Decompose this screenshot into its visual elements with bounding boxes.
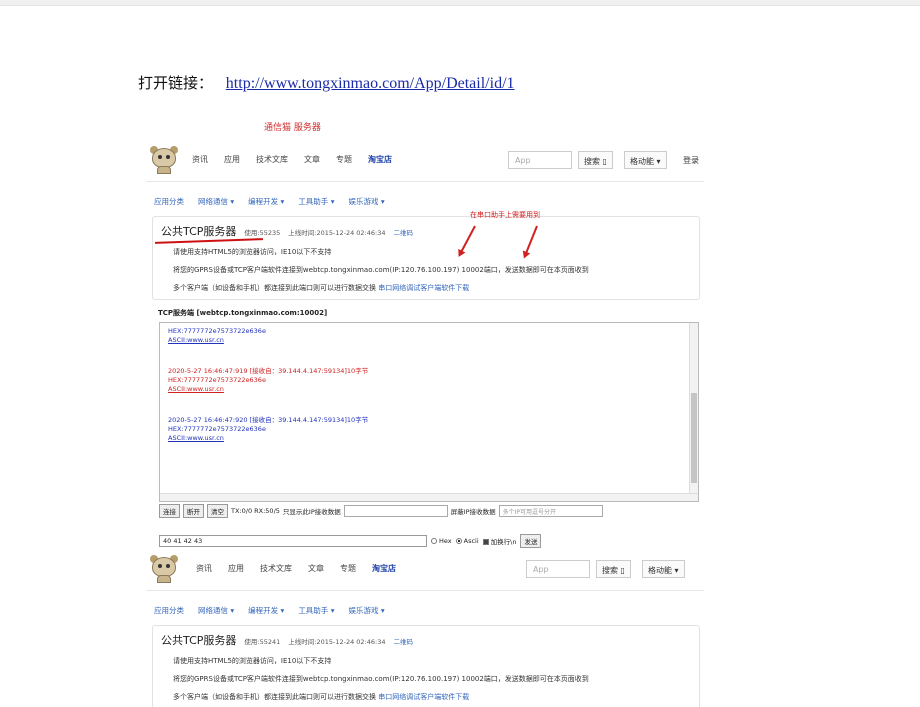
- subnav-tools[interactable]: 工具助手 ▾: [298, 605, 334, 616]
- send-button[interactable]: 发送: [520, 534, 542, 548]
- info-line-exchange: 多个客户端（如设备和手机）都连接到此端口则可以进行数据交换 串口网络调试客户端软…: [173, 693, 470, 701]
- subnav-categories[interactable]: 应用分类: [154, 196, 184, 207]
- usage-count: 使用:55241: [244, 638, 281, 646]
- clear-button[interactable]: 清空: [207, 504, 228, 518]
- traffic-stats: TX:0/0 RX:50/5: [231, 507, 280, 515]
- search-input[interactable]: App: [526, 560, 590, 578]
- nav-item-apps[interactable]: 应用: [228, 563, 244, 574]
- send-data-input[interactable]: 40 41 42 43: [159, 535, 427, 547]
- ascii-radio[interactable]: Ascii: [455, 537, 479, 545]
- open-link-label: 打开链接：: [138, 74, 214, 92]
- function-dropdown[interactable]: 格动能 ▾: [624, 151, 667, 169]
- qr-code-link[interactable]: 二维码: [394, 227, 414, 237]
- subnav-categories[interactable]: 应用分类: [154, 605, 184, 616]
- login-link[interactable]: 登录: [683, 155, 699, 166]
- subnav-programming[interactable]: 编程开发 ▾: [248, 605, 284, 616]
- subnav-tools[interactable]: 工具助手 ▾: [298, 196, 334, 207]
- subnav-games[interactable]: 娱乐游戏 ▾: [348, 605, 384, 616]
- subnav-programming[interactable]: 编程开发 ▾: [248, 196, 284, 207]
- screenshot-caption: 通信猫 服务器: [264, 123, 321, 133]
- function-dropdown[interactable]: 格动能 ▾: [642, 560, 685, 578]
- nav-item-topics[interactable]: 专题: [336, 154, 352, 165]
- nav-item-docs[interactable]: 技术文库: [256, 154, 288, 165]
- qr-code-link[interactable]: 二维码: [394, 636, 414, 646]
- info-line-connect: 将您的GPRS设备或TCP客户端软件连接到webtcp.tongxinmao.c…: [173, 675, 589, 683]
- server-info-box: 公共TCP服务器 使用:55241 上线时间:2015-12-24 02:46:…: [152, 625, 700, 707]
- info-line-exchange: 多个客户端（如设备和手机）都连接到此端口则可以进行数据交换 串口网络调试客户端软…: [173, 284, 470, 292]
- hex-radio[interactable]: Hex: [431, 537, 452, 545]
- online-time: 上线时间:2015-12-24 02:46:34: [288, 229, 386, 237]
- receive-log[interactable]: HEX:7777772e7573722e636e ASCII:www.usr.c…: [159, 322, 699, 502]
- log-toolbar: 连接 断开 清空 TX:0/0 RX:50/5 只显示此IP接收数据 屏蔽IP接…: [159, 504, 603, 518]
- log-entry: 2020-5-27 16:46:47:920 [接收自：39.144.4.147…: [168, 416, 369, 442]
- nav-menu: 资讯 应用 技术文库 文章 专题 淘宝店: [192, 154, 408, 165]
- nav-item-taobao[interactable]: 淘宝店: [368, 154, 392, 165]
- block-ip-label: 屏蔽IP接收数据: [450, 508, 496, 516]
- screenshot-tcp-server-2: 资讯 应用 技术文库 文章 专题 淘宝店 App 搜索 ▯ 格动能 ▾ 应用分类…: [146, 549, 704, 707]
- search-input[interactable]: App: [508, 151, 572, 169]
- arrow-annotation-text: 在串口助手上需要用到: [470, 211, 540, 219]
- site-navbar: 资讯 应用 技术文库 文章 专题 淘宝店 App 搜索 ▯ 格动能 ▾ 登录: [146, 140, 704, 182]
- nav-menu: 资讯 应用 技术文库 文章 专题 淘宝店: [196, 563, 412, 574]
- screenshot-tcp-server: 资讯 应用 技术文库 文章 专题 淘宝店 App 搜索 ▯ 格动能 ▾ 登录 应…: [146, 140, 704, 550]
- nav-item-topics[interactable]: 专题: [340, 563, 356, 574]
- server-title: 公共TCP服务器: [161, 225, 237, 238]
- log-entry: HEX:7777772e7573722e636e ASCII:www.usr.c…: [168, 327, 266, 344]
- log-scrollbar[interactable]: [689, 323, 698, 501]
- connect-button[interactable]: 连接: [159, 504, 180, 518]
- subnav-network[interactable]: 网络通信 ▾: [198, 605, 234, 616]
- site-logo-icon[interactable]: [150, 146, 178, 174]
- nav-item-articles[interactable]: 文章: [304, 154, 320, 165]
- server-info-box: 公共TCP服务器 使用:55235 上线时间:2015-12-24 02:46:…: [152, 216, 700, 300]
- site-logo-icon[interactable]: [150, 555, 178, 583]
- disconnect-button[interactable]: 断开: [183, 504, 204, 518]
- subnav-games[interactable]: 娱乐游戏 ▾: [348, 196, 384, 207]
- page-top-bar: [0, 0, 920, 6]
- only-ip-input[interactable]: [343, 505, 448, 517]
- nav-item-taobao[interactable]: 淘宝店: [372, 563, 396, 574]
- url-link[interactable]: http://www.tongxinmao.com/App/Detail/id/…: [226, 75, 515, 92]
- server-title: 公共TCP服务器: [161, 634, 237, 647]
- nav-item-docs[interactable]: 技术文库: [260, 563, 292, 574]
- search-button[interactable]: 搜索 ▯: [596, 560, 631, 578]
- search-button[interactable]: 搜索 ▯: [578, 151, 613, 169]
- sub-navigation: 应用分类 网络通信 ▾ 编程开发 ▾ 工具助手 ▾ 娱乐游戏 ▾: [146, 190, 704, 212]
- block-ip-input[interactable]: 多个IP可用逗号分开: [498, 505, 603, 517]
- info-line-browser: 请使用支持HTML5的浏览器访问，IE10以下不支持: [173, 248, 332, 256]
- open-link-row: 打开链接： http://www.tongxinmao.com/App/Deta…: [138, 72, 515, 93]
- nav-item-articles[interactable]: 文章: [308, 563, 324, 574]
- client-download-link[interactable]: 串口网络调试客户端软件下载: [378, 284, 469, 292]
- nav-item-apps[interactable]: 应用: [224, 154, 240, 165]
- sub-navigation: 应用分类 网络通信 ▾ 编程开发 ▾ 工具助手 ▾ 娱乐游戏 ▾: [146, 599, 704, 621]
- send-row: 40 41 42 43 Hex Ascii 加换行\n 发送: [159, 534, 542, 548]
- usage-count: 使用:55235: [244, 229, 281, 237]
- client-download-link[interactable]: 串口网络调试客户端软件下载: [378, 693, 469, 701]
- tcp-server-title: TCP服务端 [webtcp.tongxinmao.com:10002]: [158, 309, 328, 317]
- subnav-network[interactable]: 网络通信 ▾: [198, 196, 234, 207]
- info-line-browser: 请使用支持HTML5的浏览器访问，IE10以下不支持: [173, 657, 332, 665]
- online-time: 上线时间:2015-12-24 02:46:34: [288, 638, 386, 646]
- log-entry: 2020-5-27 16:46:47:919 [接收自：39.144.4.147…: [168, 367, 369, 393]
- only-ip-label: 只显示此IP接收数据: [282, 508, 341, 516]
- nav-item-news[interactable]: 资讯: [196, 563, 212, 574]
- info-line-connect: 将您的GPRS设备或TCP客户端软件连接到webtcp.tongxinmao.c…: [173, 266, 589, 274]
- site-navbar: 资讯 应用 技术文库 文章 专题 淘宝店 App 搜索 ▯ 格动能 ▾: [146, 549, 704, 591]
- newline-checkbox[interactable]: 加换行\n: [482, 536, 516, 546]
- log-horizontal-scrollbar[interactable]: [160, 493, 698, 501]
- nav-item-news[interactable]: 资讯: [192, 154, 208, 165]
